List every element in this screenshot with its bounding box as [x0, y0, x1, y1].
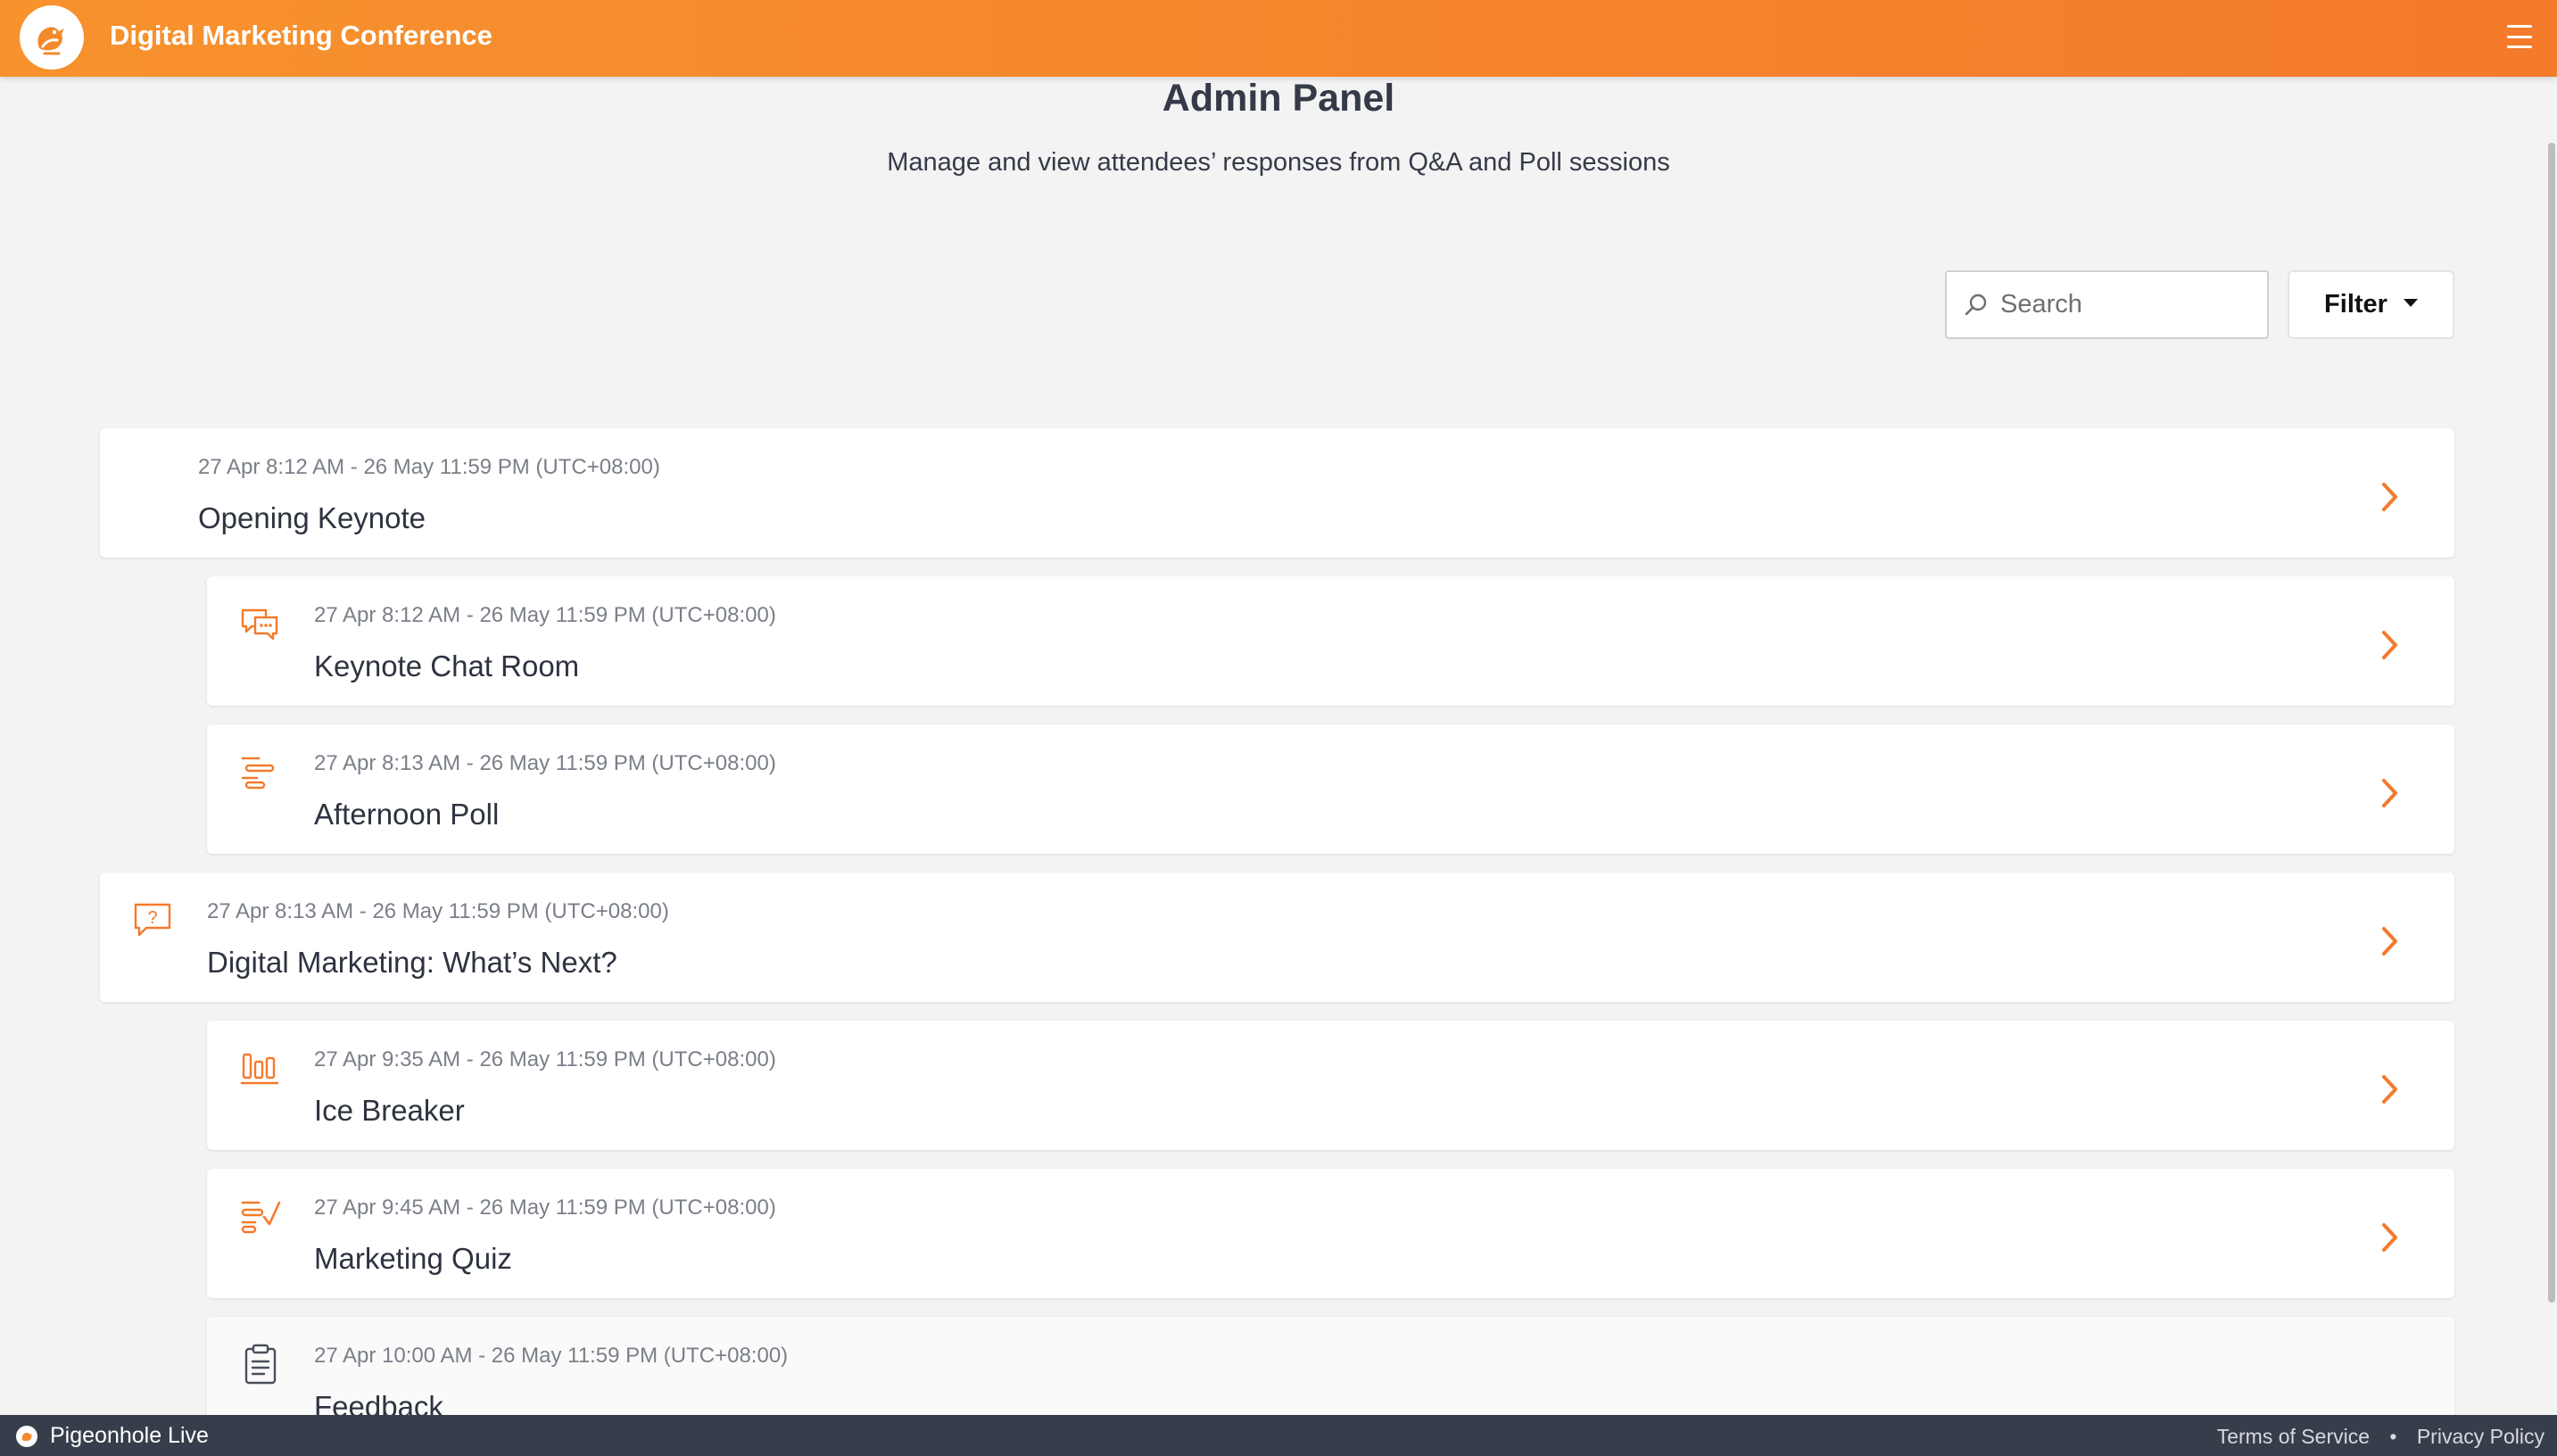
chevron-right-icon	[2382, 927, 2397, 956]
bar-chart-icon	[240, 1053, 279, 1085]
pigeon-logo-icon[interactable]	[20, 5, 84, 70]
session-date: 27 Apr 8:13 AM - 26 May 11:59 PM (UTC+08…	[207, 899, 669, 923]
page-subtitle: Manage and view attendees’ responses fro…	[887, 148, 1670, 177]
conference-title: Digital Marketing Conference	[110, 20, 492, 51]
session-date: 27 Apr 8:13 AM - 26 May 11:59 PM (UTC+08…	[314, 751, 776, 775]
chevron-right-icon	[2382, 631, 2397, 659]
footer-brand: Pigeonhole Live	[50, 1423, 209, 1448]
quiz-icon	[241, 1201, 281, 1234]
chevron-right-icon	[2382, 779, 2397, 807]
session-row-ice-breaker[interactable]: 27 Apr 9:35 AM - 26 May 11:59 PM (UTC+08…	[207, 1021, 2454, 1150]
search-input[interactable]	[2000, 290, 2259, 319]
session-date: 27 Apr 9:35 AM - 26 May 11:59 PM (UTC+08…	[314, 1047, 776, 1071]
poll-icon	[241, 757, 275, 790]
session-row-marketing-quiz[interactable]: 27 Apr 9:45 AM - 26 May 11:59 PM (UTC+08…	[207, 1169, 2454, 1298]
session-name: Ice Breaker	[314, 1094, 465, 1127]
caret-down-icon	[2403, 299, 2418, 307]
footer-separator: •	[2389, 1425, 2397, 1448]
svg-text:?: ?	[147, 908, 157, 928]
search-icon	[1965, 294, 1987, 315]
question-icon: ?	[134, 903, 171, 937]
search-box[interactable]	[1945, 270, 2269, 339]
privacy-link[interactable]: Privacy Policy	[2417, 1425, 2545, 1448]
chevron-right-icon	[2382, 1223, 2397, 1252]
page-title: Admin Panel	[1162, 77, 1395, 120]
top-navbar: Digital Marketing Conference	[0, 0, 2557, 77]
session-name: Marketing Quiz	[314, 1242, 512, 1275]
session-name: Opening Keynote	[198, 501, 426, 534]
session-date: 27 Apr 9:45 AM - 26 May 11:59 PM (UTC+08…	[314, 1195, 776, 1220]
session-date: 27 Apr 8:12 AM - 26 May 11:59 PM (UTC+08…	[314, 603, 776, 627]
footer-bar: Pigeonhole Live Terms of Service • Priva…	[0, 1415, 2557, 1456]
session-name: Digital Marketing: What’s Next?	[207, 946, 617, 979]
filter-label: Filter	[2324, 290, 2387, 318]
clipboard-icon	[244, 1344, 277, 1385]
session-row-afternoon-poll[interactable]: 27 Apr 8:13 AM - 26 May 11:59 PM (UTC+08…	[207, 724, 2454, 854]
session-date: 27 Apr 8:12 AM - 26 May 11:59 PM (UTC+08…	[198, 455, 660, 479]
chevron-right-icon	[2382, 1075, 2397, 1104]
session-row-keynote-chat-room[interactable]: 27 Apr 8:12 AM - 26 May 11:59 PM (UTC+08…	[207, 576, 2454, 706]
pigeonhole-logo-icon	[16, 1426, 37, 1447]
session-name: Keynote Chat Room	[314, 649, 580, 682]
footer-links: Terms of Service • Privacy Policy	[2217, 1425, 2545, 1449]
hamburger-menu-icon[interactable]	[2507, 25, 2532, 48]
session-name: Afternoon Poll	[314, 798, 500, 831]
scrollbar-thumb[interactable]	[2548, 143, 2555, 1303]
terms-link[interactable]: Terms of Service	[2217, 1425, 2370, 1448]
session-row-digital-marketing[interactable]: ? 27 Apr 8:13 AM - 26 May 11:59 PM (UTC+…	[100, 873, 2454, 1002]
chat-icon	[241, 608, 278, 641]
chevron-right-icon	[2382, 483, 2397, 511]
filter-button[interactable]: Filter	[2288, 270, 2454, 339]
session-row-opening-keynote[interactable]: 27 Apr 8:12 AM - 26 May 11:59 PM (UTC+08…	[100, 428, 2454, 558]
session-date: 27 Apr 10:00 AM - 26 May 11:59 PM (UTC+0…	[314, 1344, 789, 1368]
